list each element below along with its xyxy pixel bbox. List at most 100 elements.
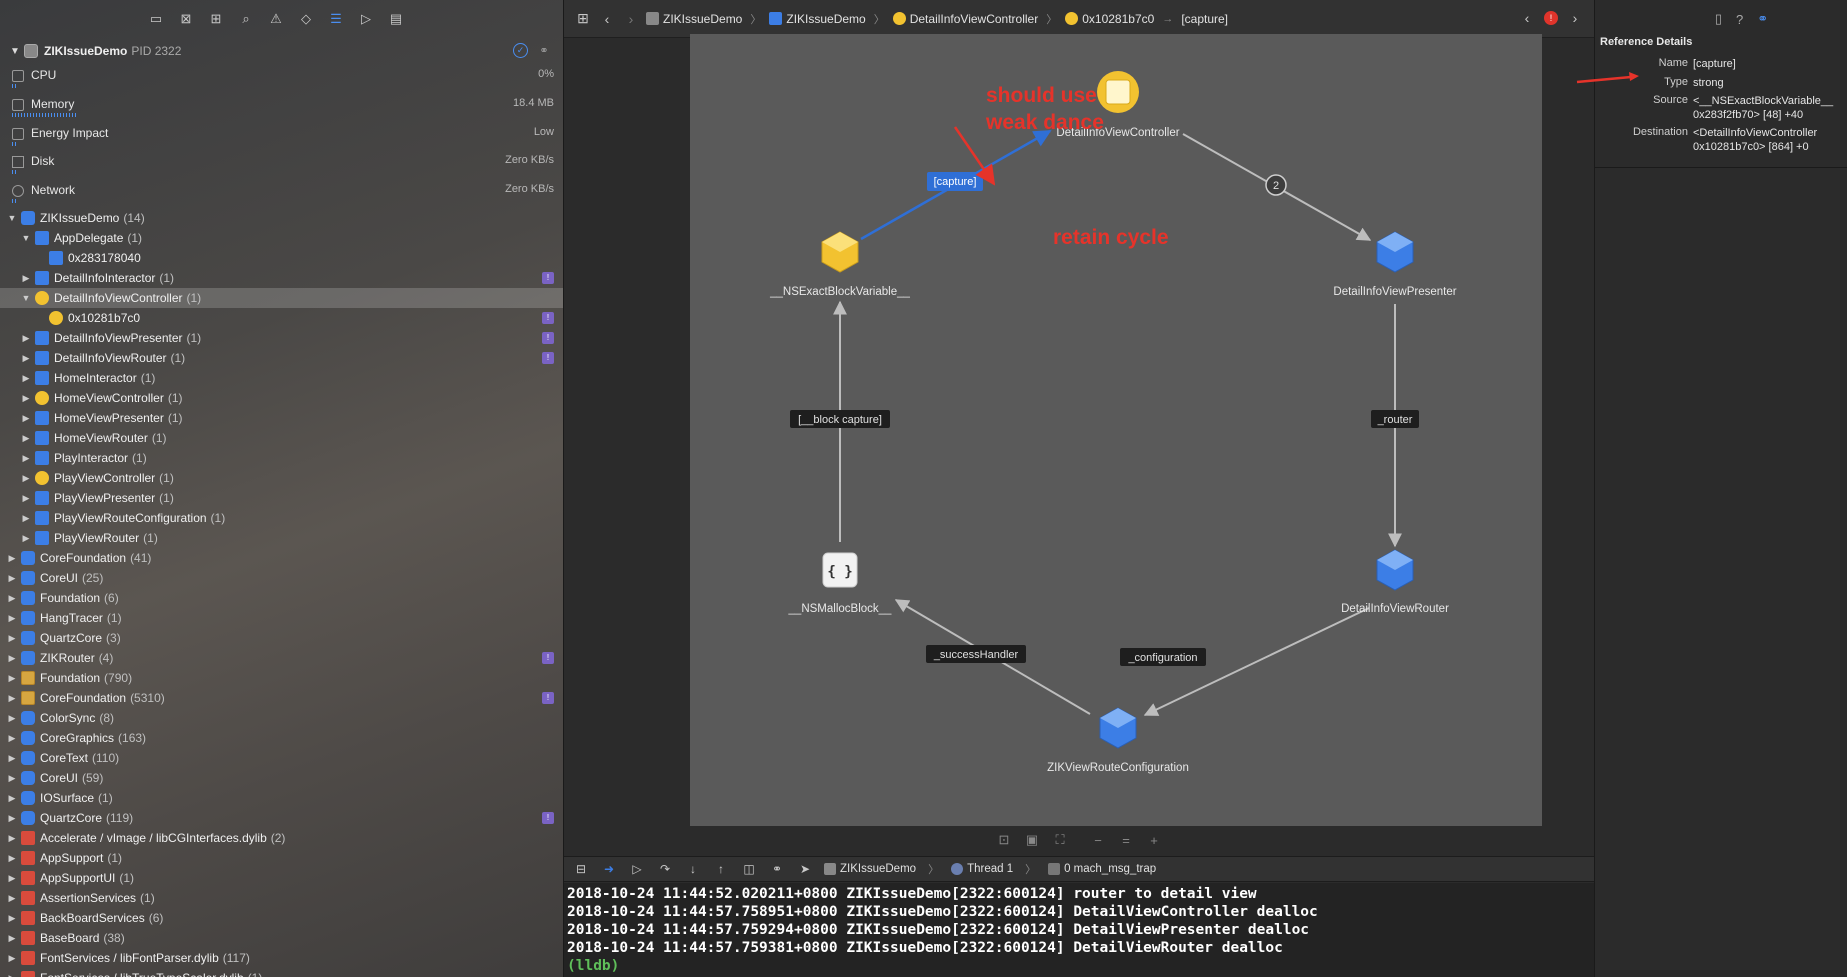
tree-row[interactable]: ▼ DetailInfoViewController (1) <box>0 288 563 308</box>
lldb-prompt[interactable]: (lldb) <box>567 957 1591 975</box>
leak-badge-icon[interactable]: ! <box>542 272 554 284</box>
disclosure-closed-icon[interactable]: ▶ <box>6 713 18 724</box>
tree-row[interactable]: ▶ AppSupportUI (1) <box>0 868 563 888</box>
tree-row[interactable]: ▶ CoreText (110) <box>0 748 563 768</box>
tree-row[interactable]: ▶ AppSupport (1) <box>0 848 563 868</box>
zoom-fit-icon[interactable]: ⛶ <box>1052 832 1068 848</box>
disclosure-closed-icon[interactable]: ▶ <box>6 733 18 744</box>
hide-debug-area-icon[interactable]: ⊟ <box>572 862 590 876</box>
disclosure-closed-icon[interactable]: ▶ <box>6 673 18 684</box>
gauge-memory[interactable]: Memory 18.4 MB <box>10 95 554 123</box>
tree-row[interactable]: ▶ BaseBoard (38) <box>0 928 563 948</box>
disclosure-closed-icon[interactable]: ▶ <box>20 433 32 444</box>
tree-row[interactable]: ▶ PlayViewRouteConfiguration (1) <box>0 508 563 528</box>
debug-icon[interactable]: ☰ <box>328 11 344 27</box>
disclosure-closed-icon[interactable]: ▶ <box>20 453 32 464</box>
disclosure-closed-icon[interactable]: ▶ <box>6 613 18 624</box>
leak-badge-icon[interactable]: ! <box>542 812 554 824</box>
simulate-location-icon[interactable]: ➤ <box>796 862 814 876</box>
tree-row[interactable]: ▶ BackBoardServices (6) <box>0 908 563 928</box>
filter-icon[interactable]: ▣ <box>1024 832 1040 848</box>
breakpoint-icon[interactable]: ▷ <box>358 11 374 27</box>
gauge-disk[interactable]: Disk Zero KB/s <box>10 152 554 180</box>
disclosure-closed-icon[interactable]: ▶ <box>6 953 18 964</box>
node-router[interactable]: DetailInfoViewRouter <box>1341 549 1449 615</box>
file-inspector-icon[interactable]: ▯ <box>1715 11 1722 27</box>
leak-badge-icon[interactable]: ! <box>542 312 554 324</box>
tree-row[interactable]: 0x10281b7c0! <box>0 308 563 328</box>
disclosure-closed-icon[interactable]: ▶ <box>6 653 18 664</box>
disclosure-closed-icon[interactable]: ▶ <box>20 513 32 524</box>
disclosure-closed-icon[interactable]: ▶ <box>6 853 18 864</box>
tree-row[interactable]: ▶ FontServices / libTrueTypeScaler.dylib (… <box>0 968 563 977</box>
disclosure-closed-icon[interactable]: ▶ <box>6 553 18 564</box>
node-block-variable[interactable]: __NSExactBlockVariable__ <box>769 231 910 298</box>
symbol-icon[interactable]: ⊞ <box>208 11 224 27</box>
disclosure-open-icon[interactable]: ▼ <box>6 213 18 223</box>
step-out-icon[interactable]: ↑ <box>712 862 730 876</box>
tree-row[interactable]: ▶ PlayInteractor (1) <box>0 448 563 468</box>
tree-row[interactable]: ▶ HomeViewController (1) <box>0 388 563 408</box>
graph-canvas[interactable]: DetailInfoViewController __NSExactBlockV… <box>690 34 1542 826</box>
previous-issue-icon[interactable]: ‹ <box>1518 10 1536 26</box>
breadcrumb-project[interactable]: ZIKIssueDemo <box>646 12 742 26</box>
debug-crumb-process[interactable]: ZIKIssueDemo <box>824 863 916 875</box>
disclosure-closed-icon[interactable]: ▶ <box>6 833 18 844</box>
export-icon[interactable]: ⊡ <box>996 832 1012 848</box>
leak-badge-icon[interactable]: ! <box>542 352 554 364</box>
tree-row[interactable]: ▶ ZIKRouter (4)! <box>0 648 563 668</box>
disclosure-closed-icon[interactable]: ▶ <box>20 373 32 384</box>
memory-graph-icon[interactable]: ⚭ <box>768 862 786 876</box>
step-over-icon[interactable]: ↷ <box>656 862 674 876</box>
disclosure-closed-icon[interactable]: ▶ <box>6 933 18 944</box>
process-row[interactable]: ▼ ZIKIssueDemo PID 2322 ✓ ⚭ <box>0 40 563 62</box>
view-debugger-icon[interactable]: ◫ <box>740 862 758 876</box>
gauge-energy-impact[interactable]: Energy Impact Low <box>10 124 554 152</box>
error-badge[interactable]: ! <box>1544 11 1558 25</box>
breadcrumb-reference[interactable]: [capture] <box>1181 12 1228 26</box>
tree-row[interactable]: ▶ Foundation (6) <box>0 588 563 608</box>
disclosure-closed-icon[interactable]: ▶ <box>6 593 18 604</box>
gauge-network[interactable]: Network Zero KB/s <box>10 181 554 209</box>
disclosure-closed-icon[interactable]: ▶ <box>20 533 32 544</box>
tree-row[interactable]: ▶ PlayViewPresenter (1) <box>0 488 563 508</box>
tree-row[interactable]: ▶ ColorSync (8) <box>0 708 563 728</box>
folder-icon[interactable]: ▭ <box>148 11 164 27</box>
disclosure-closed-icon[interactable]: ▶ <box>20 353 32 364</box>
node-route-config[interactable]: ZIKViewRouteConfiguration <box>1047 707 1189 774</box>
grid-icon[interactable]: ⊞ <box>574 10 592 27</box>
tree-row[interactable]: 0x283178040 <box>0 248 563 268</box>
disclosure-closed-icon[interactable]: ▶ <box>6 693 18 704</box>
disclosure-closed-icon[interactable]: ▶ <box>20 493 32 504</box>
tree-row[interactable]: ▶ CoreFoundation (5310)! <box>0 688 563 708</box>
breadcrumb-instance[interactable]: 0x10281b7c0 <box>1065 12 1154 26</box>
hierarchy-icon[interactable]: ⚭ <box>536 43 552 59</box>
tree-row[interactable]: ▼ AppDelegate (1) <box>0 228 563 248</box>
tree-row[interactable]: ▶ PlayViewRouter (1) <box>0 528 563 548</box>
debug-console[interactable]: 2018-10-24 11:44:52.020211+0800 ZIKIssue… <box>564 883 1594 977</box>
tree-row[interactable]: ▶ HomeViewPresenter (1) <box>0 408 563 428</box>
tree-row[interactable]: ▶ CoreUI (25) <box>0 568 563 588</box>
tree-row[interactable]: ▶ DetailInfoViewPresenter (1)! <box>0 328 563 348</box>
back-arrow-icon[interactable]: ‹ <box>598 11 616 27</box>
tree-row[interactable]: ▶ HomeInteractor (1) <box>0 368 563 388</box>
tree-row[interactable]: ▶ CoreFoundation (41) <box>0 548 563 568</box>
tree-row[interactable]: ▶ DetailInfoViewRouter (1)! <box>0 348 563 368</box>
forward-arrow-icon[interactable]: › <box>622 11 640 27</box>
disclosure-closed-icon[interactable]: ▶ <box>6 893 18 904</box>
disclosure-closed-icon[interactable]: ▶ <box>20 393 32 404</box>
tree-row[interactable]: ▶ FontServices / libFontParser.dylib (117) <box>0 948 563 968</box>
disclosure-closed-icon[interactable]: ▶ <box>6 573 18 584</box>
step-into-icon[interactable]: ↓ <box>684 862 702 876</box>
tree-row[interactable]: ▶ CoreGraphics (163) <box>0 728 563 748</box>
gauge-cpu[interactable]: CPU 0% <box>10 66 554 94</box>
tree-row[interactable]: ▶ DetailInfoInteractor (1)! <box>0 268 563 288</box>
breadcrumb-class[interactable]: DetailInfoViewController <box>892 12 1038 26</box>
edge-count-badge[interactable]: 2 <box>1265 174 1287 196</box>
tree-row[interactable]: ▼ ZIKIssueDemo (14) <box>0 208 563 228</box>
report-icon[interactable]: ▤ <box>388 11 404 27</box>
breakpoints-toggle-icon[interactable]: ➜ <box>600 862 618 876</box>
tree-row[interactable]: ▶ QuartzCore (119)! <box>0 808 563 828</box>
disclosure-closed-icon[interactable]: ▶ <box>20 473 32 484</box>
debug-crumb-thread[interactable]: Thread 1 <box>951 863 1013 875</box>
